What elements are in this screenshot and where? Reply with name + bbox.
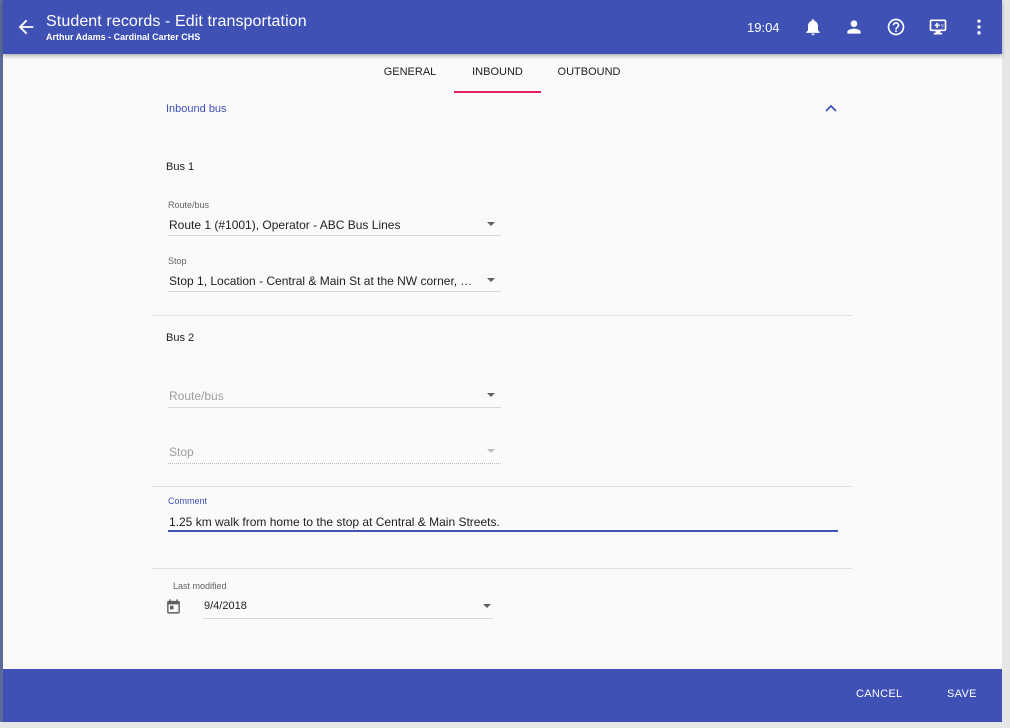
- clock: 19:04: [747, 20, 780, 35]
- page-title: Student records - Edit transportation: [46, 13, 307, 30]
- field-label: Route/bus: [168, 200, 210, 210]
- back-arrow-icon[interactable]: [15, 16, 37, 38]
- divider: [152, 568, 852, 569]
- field-underline: [203, 618, 493, 619]
- field-underline: [168, 235, 501, 236]
- save-button[interactable]: SAVE: [947, 688, 977, 700]
- bus-2-stop-select[interactable]: Stop: [168, 444, 501, 466]
- section-title: Inbound bus: [166, 103, 227, 115]
- chevron-down-icon[interactable]: [487, 393, 495, 397]
- field-placeholder: Route/bus: [169, 389, 224, 403]
- comment-field[interactable]: [168, 514, 838, 532]
- field-value: Route 1 (#1001), Operator - ABC Bus Line…: [169, 218, 401, 232]
- chevron-down-icon[interactable]: [487, 278, 495, 282]
- person-icon[interactable]: [844, 17, 864, 37]
- comment-label: Comment: [168, 496, 208, 506]
- window-frame-right: [1002, 0, 1010, 728]
- bell-icon[interactable]: [803, 17, 823, 37]
- calendar-icon[interactable]: [165, 598, 182, 615]
- field-underline: [168, 463, 501, 464]
- last-modified-label: Last modified: [173, 581, 227, 591]
- bus-2-heading: Bus 2: [166, 332, 195, 344]
- screen-share-icon[interactable]: ?: [928, 17, 948, 37]
- tab-general[interactable]: GENERAL: [365, 54, 455, 93]
- bus-1-heading: Bus 1: [166, 161, 195, 173]
- tab-outbound[interactable]: OUTBOUND: [545, 54, 633, 93]
- bus-1-route-select[interactable]: Route/bus Route 1 (#1001), Operator - AB…: [168, 198, 501, 238]
- field-placeholder: Stop: [169, 445, 194, 459]
- page-subtitle: Arthur Adams - Cardinal Carter CHS: [46, 32, 201, 42]
- last-modified-date[interactable]: 9/4/2018: [204, 600, 247, 612]
- chevron-up-icon[interactable]: [823, 101, 839, 115]
- footer-bar: CANCEL SAVE: [3, 669, 1002, 722]
- divider: [152, 486, 852, 487]
- field-value: Stop 1, Location - Central & Main St at …: [169, 274, 477, 288]
- window-frame-left: [0, 0, 3, 728]
- help-icon[interactable]: [886, 17, 906, 37]
- field-label: Stop: [168, 256, 187, 266]
- tab-inbound[interactable]: INBOUND: [454, 54, 541, 93]
- cancel-button[interactable]: CANCEL: [856, 688, 902, 700]
- more-vert-icon[interactable]: [969, 17, 989, 37]
- field-underline: [168, 407, 501, 408]
- chevron-down-icon[interactable]: [487, 222, 495, 226]
- chevron-down-icon: [487, 449, 495, 453]
- bus-2-route-select[interactable]: Route/bus: [168, 388, 501, 410]
- window-frame-bottom: [0, 722, 1010, 728]
- bus-1-stop-select[interactable]: Stop Stop 1, Location - Central & Main S…: [168, 254, 501, 294]
- field-underline: [168, 291, 501, 292]
- app-bar: Student records - Edit transportation Ar…: [3, 0, 1002, 54]
- divider: [152, 315, 852, 316]
- chevron-down-icon[interactable]: [483, 604, 491, 608]
